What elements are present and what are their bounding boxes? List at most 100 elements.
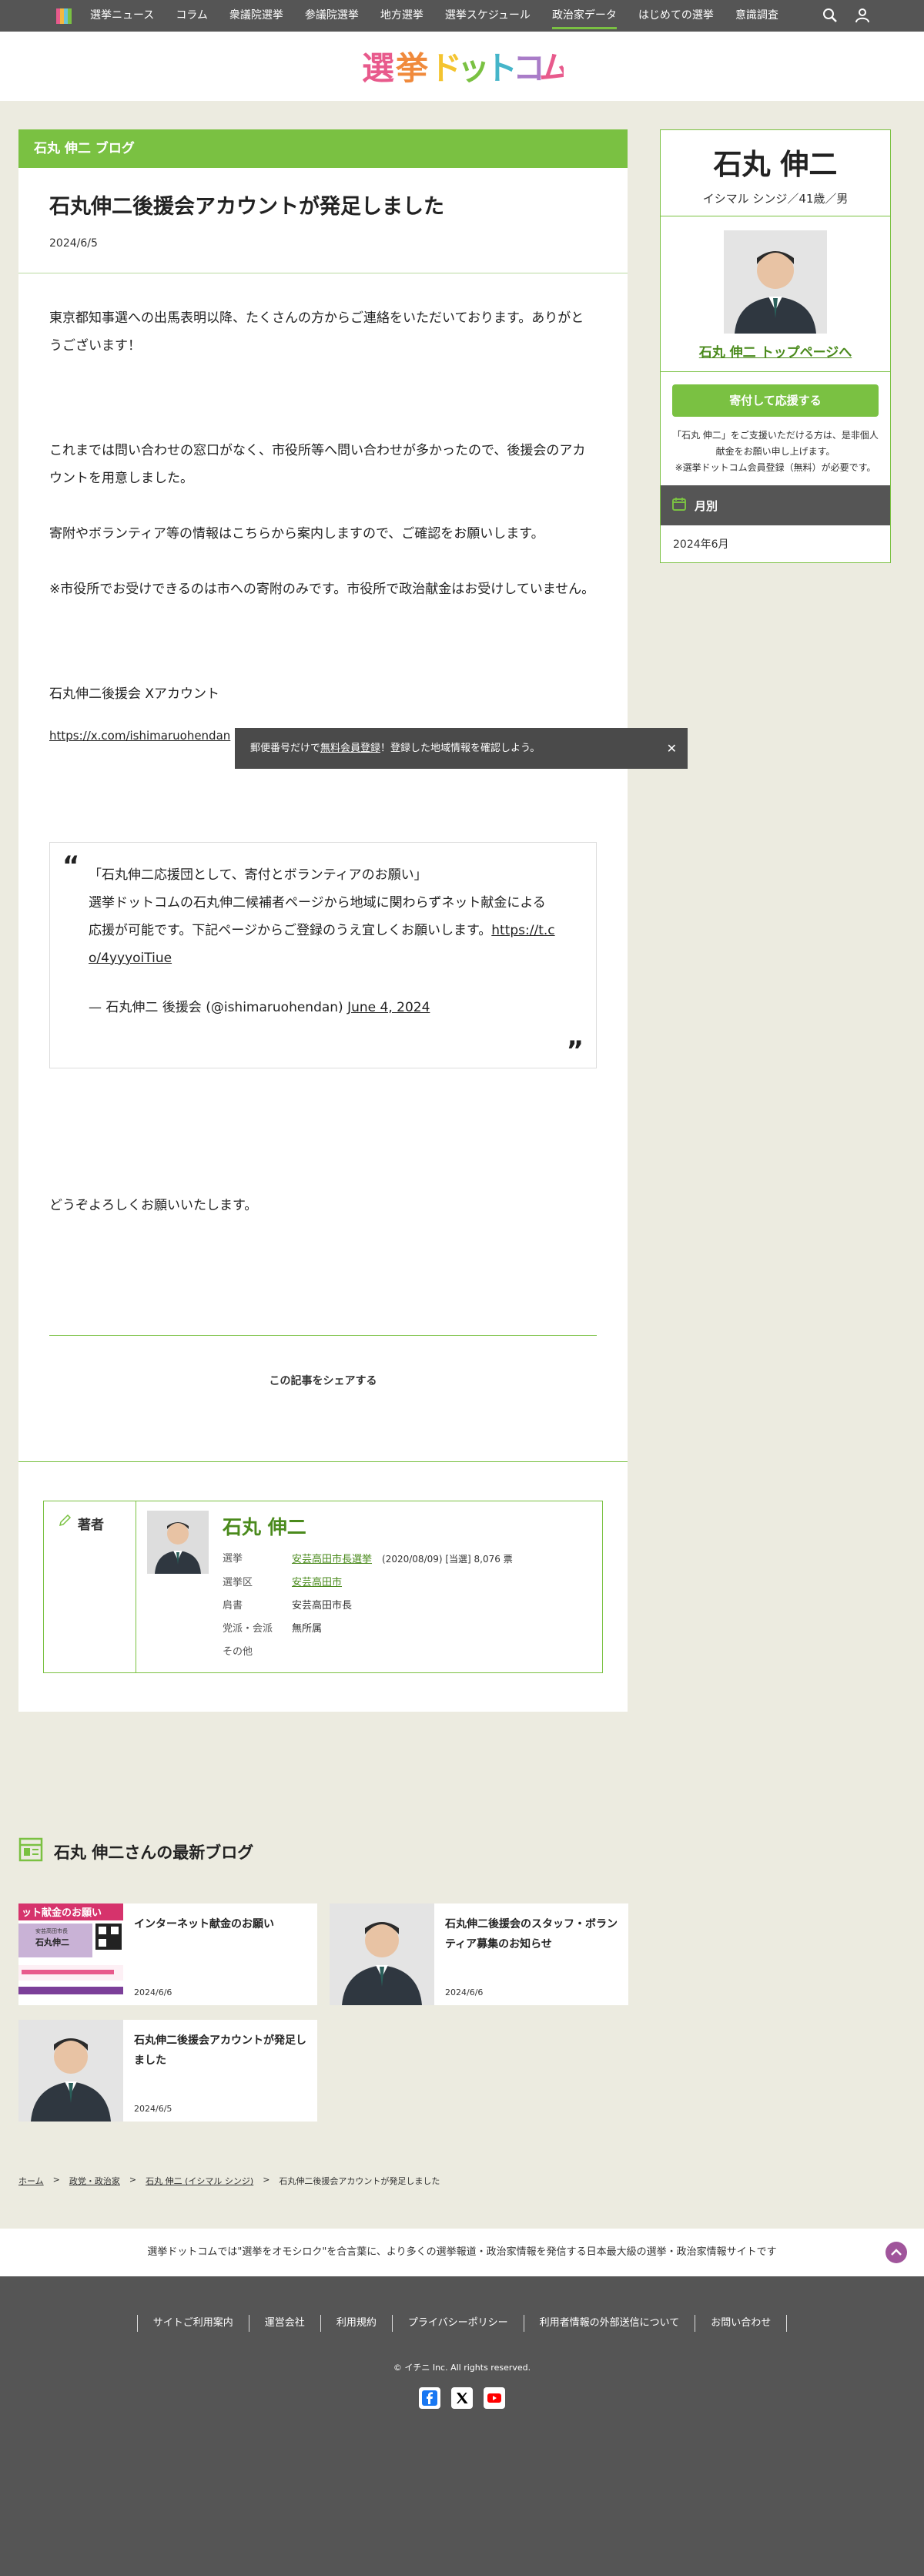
site-logo-graphic: 選 挙 ド ッ ト コ ム [362, 49, 564, 87]
author-label: 著者 [44, 1501, 136, 1672]
donate-note: 「石丸 伸二」をご支援いただける方は、是非個人献金をお願い申し上げます。 ※選挙… [672, 430, 879, 473]
monthly-header: 月別 [661, 485, 890, 525]
blog-card[interactable]: ット献金のお願い 安芸高田市長 石丸伸二 インターネット献金のお願い 2024/… [18, 1903, 317, 2005]
social-links [0, 2387, 924, 2409]
blog-thumbnail [18, 2020, 123, 2122]
user-icon[interactable] [855, 8, 870, 26]
chevron-right-icon: > [263, 2175, 270, 2185]
site-mini-logo[interactable] [56, 8, 72, 24]
paragraph: 東京都知事選への出馬表明以降、たくさんの方からご連絡をいただいております。ありが… [49, 310, 584, 354]
blog-band: 石丸 伸二 ブログ [18, 129, 628, 168]
sidebar-photo[interactable] [724, 230, 827, 334]
blog-card-title: 石丸伸二後援会アカウントが発足しました [134, 2034, 306, 2067]
politician-top-link[interactable]: 石丸 伸二 トップページへ [661, 341, 890, 372]
nav-item-first-election[interactable]: はじめての選挙 [638, 0, 714, 32]
svg-text:挙: 挙 [395, 49, 429, 87]
nav-item-upper-house[interactable]: 参議院選挙 [305, 0, 359, 32]
blog-card-date: 2024/6/5 [134, 2104, 172, 2114]
youtube-icon[interactable] [484, 2387, 505, 2409]
author-photo[interactable] [147, 1510, 209, 1574]
embedded-tweet: “ 「石丸伸二応援団として、寄付とボランティアのお願い」 選挙ドットコムの石丸伸… [49, 841, 597, 1068]
nav-item-column[interactable]: コラム [176, 0, 208, 32]
footer-tagline: 選挙ドットコムでは"選挙をオモシロク"を合言葉に、より多くの選挙報道・政治家情報… [0, 2229, 924, 2276]
pencil-icon [58, 1514, 72, 1531]
blog-card-date: 2024/6/6 [445, 1987, 484, 1997]
sidebar-name: 石丸 伸二 [713, 148, 838, 181]
footer-link-terms[interactable]: 利用規約 [320, 2315, 392, 2332]
page-top-button[interactable] [886, 2242, 907, 2263]
article-date: 2024/6/5 [49, 236, 98, 250]
tweet-line: 選挙ドットコムの石丸伸二候補者ページから地域に関わらずネット献金による応援が可能… [89, 894, 555, 966]
breadcrumb: ホーム > 政党・政治家 > 石丸 伸二 (イシマル シンジ) > 石丸伸二後援… [18, 2175, 440, 2187]
blog-card[interactable]: 石丸伸二後援会のスタッフ・ボランティア募集のお知らせ 2024/6/6 [330, 1903, 628, 2005]
thumb-sub-text: 安芸高田市長 [35, 1927, 68, 1934]
nav-item-news[interactable]: 選挙ニュース [90, 0, 154, 32]
site-header: 選 挙 ド ッ ト コ ム [0, 32, 924, 101]
paragraph: 石丸伸二後援会 Xアカウント [49, 686, 220, 702]
tweet-line: 「石丸伸二応援団として、寄付とボランティアのお願い」 [89, 867, 427, 883]
nav-item-schedule[interactable]: 選挙スケジュール [445, 0, 531, 32]
month-link[interactable]: 2024年6月 [661, 525, 890, 562]
footer-link-guide[interactable]: サイトご利用案内 [136, 2315, 249, 2332]
close-icon[interactable]: ✕ [667, 728, 677, 769]
article-card: 石丸 伸二 ブログ 石丸伸二後援会アカウントが発足しました 2024/6/5 東… [18, 129, 628, 1712]
footer-links: サイトご利用案内 運営会社 利用規約 プライバシーポリシー 利用者情報の外部送信… [0, 2315, 924, 2332]
thumb-banner-text: ット献金のお願い [22, 1907, 102, 1919]
nav-item-lower-house[interactable]: 衆議院選挙 [229, 0, 283, 32]
copyright: © イチニ Inc. All rights reserved. [393, 2363, 531, 2373]
blog-card-title: 石丸伸二後援会のスタッフ・ボランティア募集のお知らせ [445, 1918, 618, 1950]
chevron-up-icon [891, 2249, 902, 2256]
svg-text:ム: ム [539, 49, 564, 87]
breadcrumb-home[interactable]: ホーム [18, 2175, 44, 2187]
sidebar-kana: イシマル シンジ／41歳／男 [661, 190, 890, 216]
footer-link-company[interactable]: 運営会社 [248, 2315, 320, 2332]
blog-card-date: 2024/6/6 [134, 1987, 172, 1997]
author-box: 著者 石丸 伸二 選挙 安芸高田市長選挙 (2020/08/09) [当選] 8,… [43, 1500, 603, 1673]
author-row-election: 選挙 安芸高田市長選挙 (2020/08/09) [当選] 8,076 票 [223, 1552, 513, 1565]
breadcrumb-politician[interactable]: 石丸 伸二 (イシマル シンジ) [146, 2175, 253, 2187]
signup-toast: 郵便番号だけで無料会員登録！登録した地域情報を確認しよう。 ✕ [235, 728, 688, 769]
author-row-party: 党派・会派 無所属 [223, 1622, 323, 1635]
breadcrumb-current: 石丸伸二後援会アカウントが発足しました [279, 2176, 440, 2186]
paragraph: 寄附やボランティア等の情報はこちらから案内しますので、ご確認をお願いします。 [49, 525, 544, 542]
author-content: 石丸 伸二 選挙 安芸高田市長選挙 (2020/08/09) [当選] 8,076… [136, 1501, 524, 1672]
donate-button[interactable]: 寄付して応援する [672, 384, 879, 417]
svg-text:選: 選 [362, 49, 395, 87]
nav-item-local[interactable]: 地方選挙 [380, 0, 424, 32]
paragraph: ※市役所でお受けできるのは市への寄附のみです。市役所で政治献金はお受けしていませ… [49, 581, 595, 597]
blog-thumbnail [330, 1903, 434, 2005]
thumb-name-text: 石丸伸二 [35, 1937, 69, 1947]
share-section: この記事をシェアする [49, 1334, 597, 1461]
footer-link-privacy[interactable]: プライバシーポリシー [391, 2315, 524, 2332]
footer-link-external[interactable]: 利用者情報の外部送信について [523, 2315, 695, 2332]
nav-item-survey[interactable]: 意識調査 [735, 0, 778, 32]
footer-link-contact[interactable]: お問い合わせ [695, 2315, 788, 2332]
blog-list-icon [18, 1837, 43, 1866]
election-link[interactable]: 安芸高田市長選挙 [292, 1554, 372, 1565]
close-quote-icon: ” [566, 1035, 584, 1066]
district-link[interactable]: 安芸高田市 [292, 1577, 342, 1588]
paragraph: どうぞよろしくお願いいたします。 [49, 1197, 258, 1213]
calendar-icon [671, 496, 687, 515]
x-icon[interactable] [451, 2387, 473, 2409]
site-logo[interactable]: 選 挙 ド ッ ト コ ム [362, 49, 564, 87]
author-name[interactable]: 石丸 伸二 [223, 1512, 513, 1540]
chevron-right-icon: > [52, 2175, 60, 2185]
chevron-right-icon: > [129, 2175, 137, 2185]
facebook-icon[interactable] [419, 2387, 440, 2409]
open-quote-icon: “ [62, 850, 80, 881]
author-section: 著者 石丸 伸二 選挙 安芸高田市長選挙 (2020/08/09) [当選] 8,… [18, 1461, 628, 1712]
blog-card[interactable]: 石丸伸二後援会アカウントが発足しました 2024/6/5 [18, 2020, 317, 2122]
x-account-link[interactable]: https://x.com/ishimaruohendan [49, 722, 230, 750]
search-icon[interactable] [822, 8, 838, 26]
author-row-title: 肩書 安芸高田市長 [223, 1599, 353, 1612]
signup-link[interactable]: 無料会員登録 [320, 743, 380, 754]
paragraph: これまでは問い合わせの窓口がなく、市役所等へ問い合わせが多かったので、後援会のア… [49, 442, 586, 486]
top-nav: 選挙ニュース コラム 衆議院選挙 参議院選挙 地方選挙 選挙スケジュール 政治家… [0, 0, 924, 32]
breadcrumb-politicians[interactable]: 政党・政治家 [69, 2175, 120, 2187]
article-header: 石丸伸二後援会アカウントが発足しました 2024/6/5 [18, 168, 628, 273]
tweet-date-link[interactable]: June 4, 2024 [347, 1000, 430, 1015]
article-title: 石丸伸二後援会アカウントが発足しました [49, 195, 444, 219]
nav-item-politician-data[interactable]: 政治家データ [551, 0, 617, 32]
blog-card-title: インターネット献金のお願い [134, 1918, 274, 1930]
